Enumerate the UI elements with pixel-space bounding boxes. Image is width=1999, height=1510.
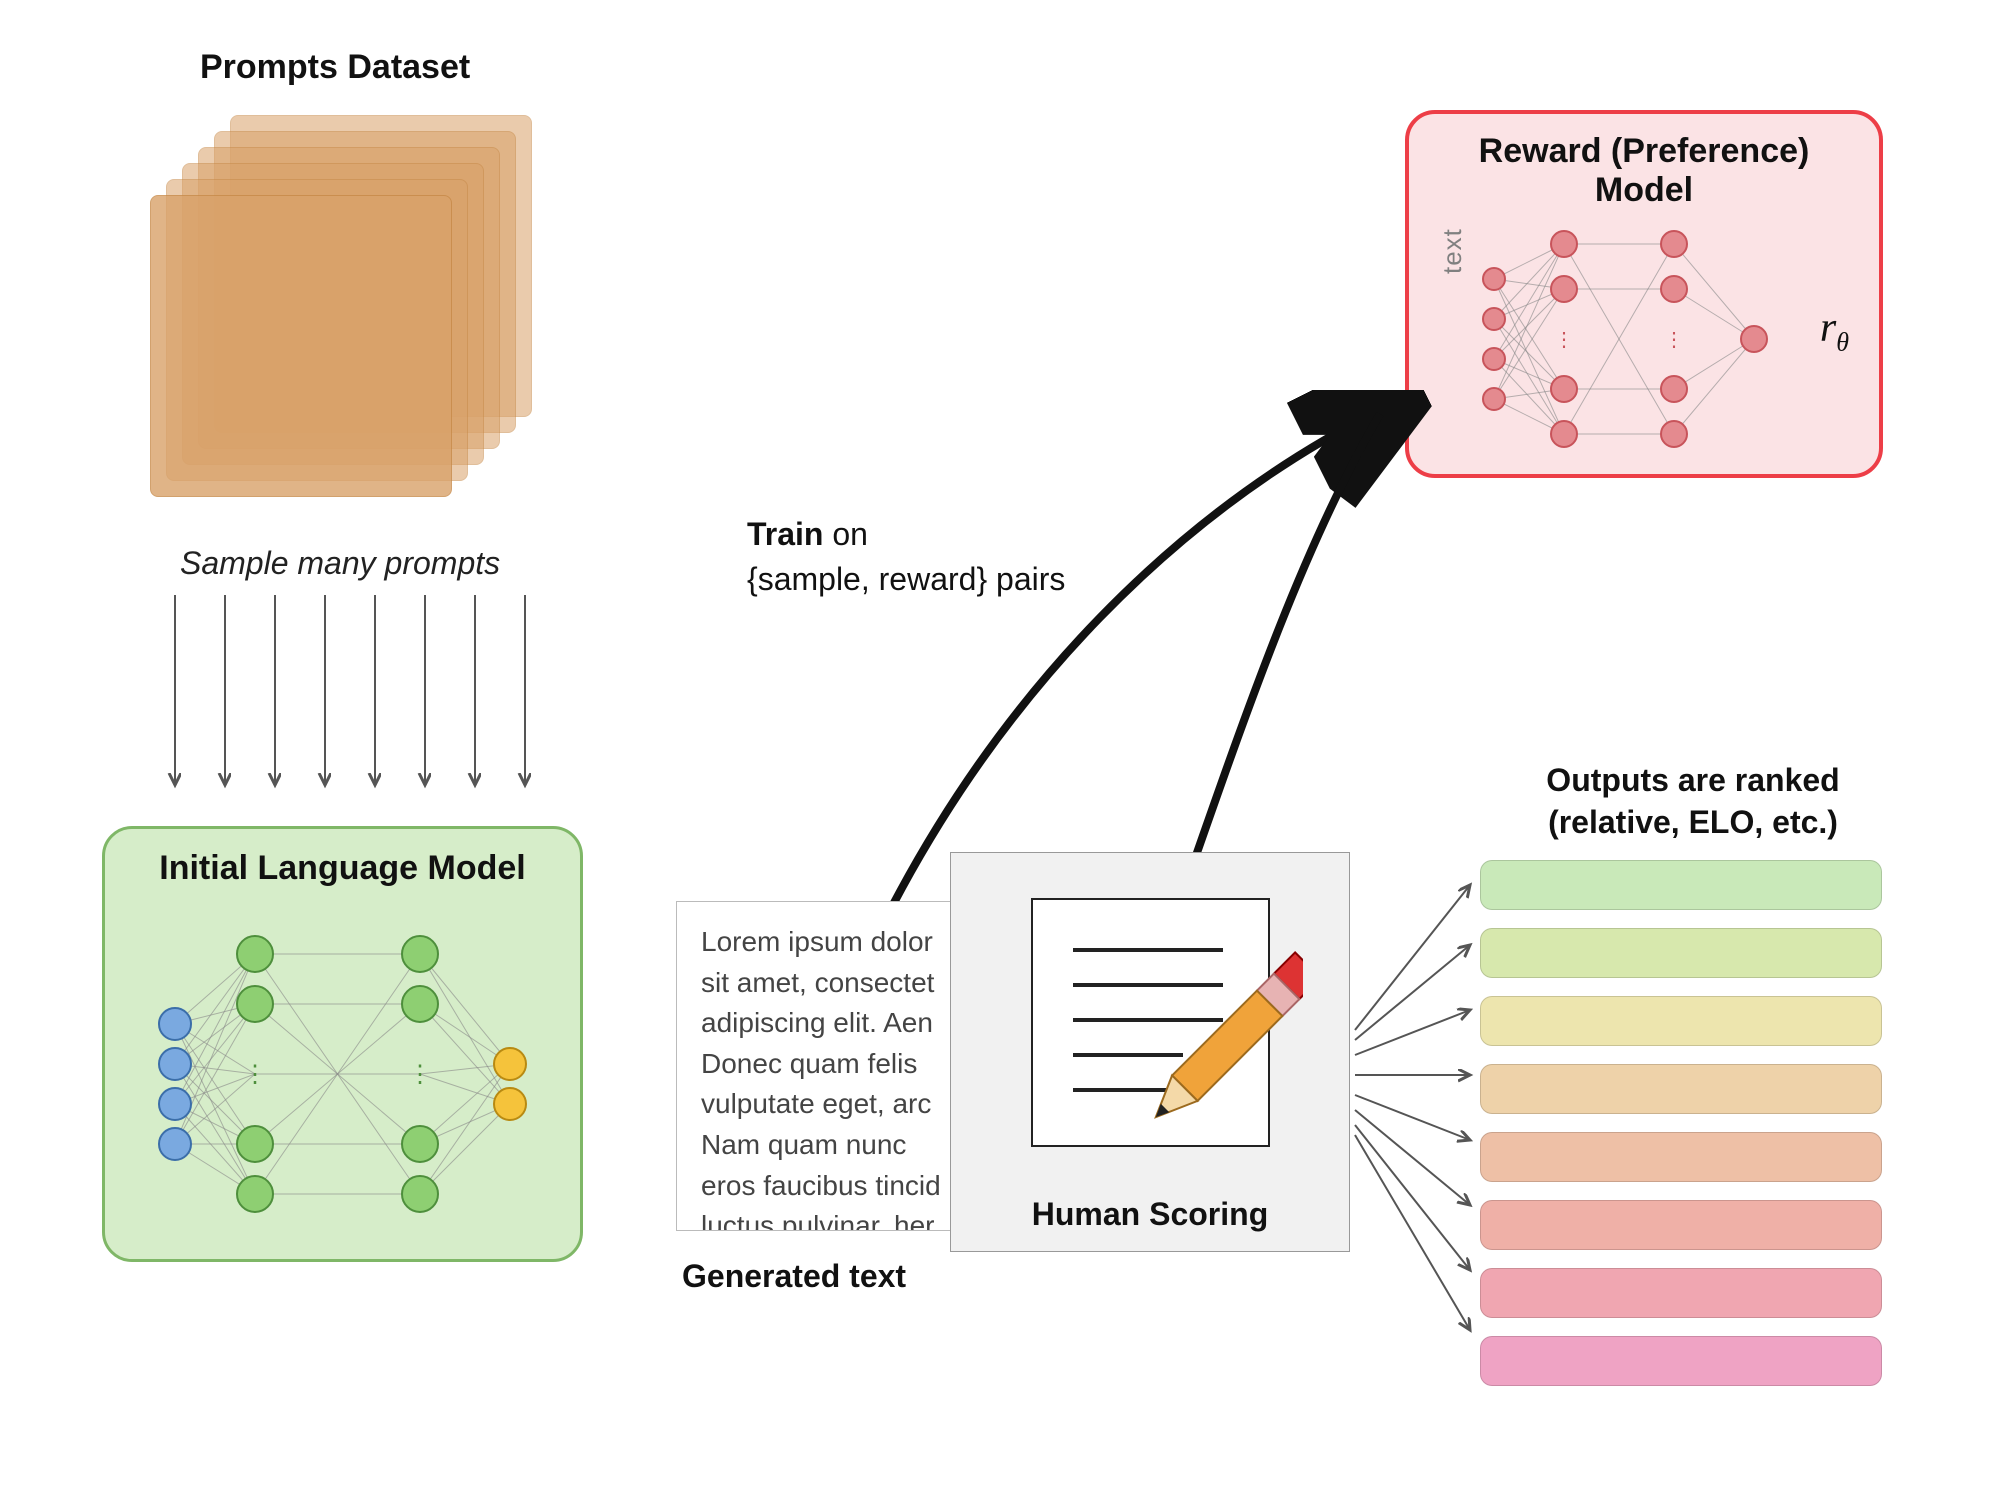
svg-text:⋮: ⋮ <box>408 1061 432 1088</box>
ilm-network-icon: ⋮ ⋮ <box>135 914 550 1234</box>
rank-bar <box>1480 1268 1882 1318</box>
rank-bar <box>1480 1200 1882 1250</box>
svg-text:⋮: ⋮ <box>243 1061 267 1088</box>
reward-output-symbol: rθ <box>1820 304 1849 357</box>
reward-title: Reward (Preference) Model <box>1409 132 1879 210</box>
rank-bar <box>1480 1132 1882 1182</box>
reward-network-icon: ⋮ ⋮ <box>1464 224 1784 454</box>
svg-text:⋮: ⋮ <box>1554 329 1574 351</box>
rank-bar <box>1480 996 1882 1046</box>
prompts-title: Prompts Dataset <box>200 48 470 87</box>
rank-bar <box>1480 1336 1882 1386</box>
document-icon <box>1031 898 1270 1147</box>
rank-bar <box>1480 1064 1882 1114</box>
rank-bar <box>1480 928 1882 978</box>
rank-arrows <box>1350 870 1490 1330</box>
sample-prompts-label: Sample many prompts <box>180 545 500 582</box>
sample-arrows <box>165 595 535 800</box>
ilm-title: Initial Language Model <box>105 849 580 888</box>
reward-model: Reward (Preference) Model text rθ ⋮ ⋮ <box>1405 110 1883 478</box>
prompts-stack <box>150 115 530 495</box>
ranked-outputs <box>1480 860 1880 1404</box>
pencil-icon <box>1143 950 1303 1150</box>
generated-text-label: Generated text <box>682 1258 906 1295</box>
human-scoring-card: Human Scoring <box>950 852 1350 1252</box>
human-scoring-label: Human Scoring <box>951 1196 1349 1233</box>
ranked-title: Outputs are ranked (relative, ELO, etc.) <box>1493 760 1893 843</box>
svg-text:⋮: ⋮ <box>1664 329 1684 351</box>
rank-bar <box>1480 860 1882 910</box>
initial-language-model: Initial Language Model ⋮ ⋮ <box>102 826 583 1262</box>
